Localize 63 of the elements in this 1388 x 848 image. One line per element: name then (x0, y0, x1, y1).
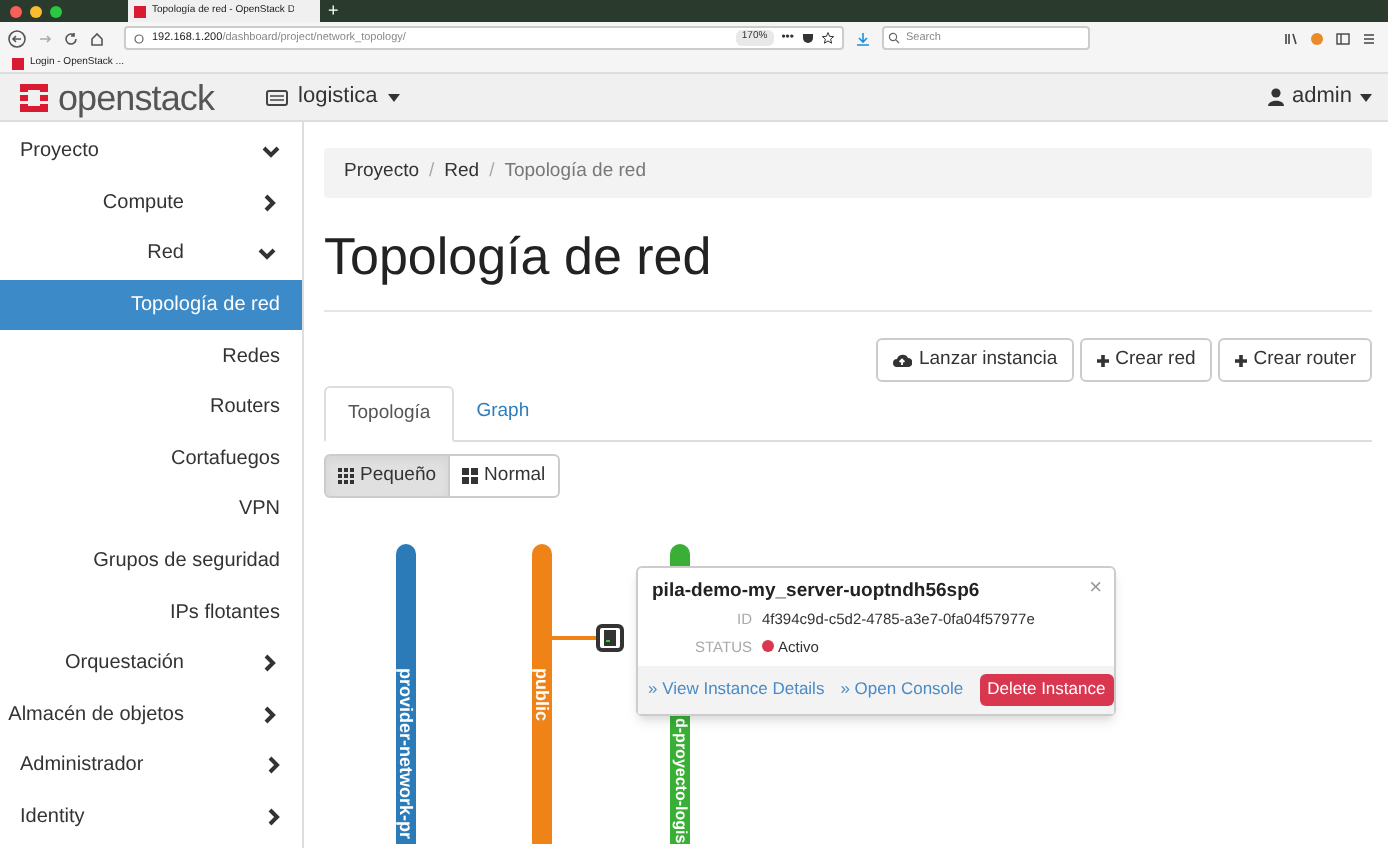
reload-icon (64, 31, 78, 45)
library-icon (1284, 31, 1298, 45)
new-tab-button[interactable]: + (328, 2, 339, 20)
project-dropdown[interactable]: logistica (266, 80, 400, 114)
sidebar-item[interactable]: Redes (0, 330, 302, 382)
sidebar-item[interactable]: Identity (0, 791, 302, 843)
menu-icon (1362, 31, 1376, 45)
sidebar-item[interactable]: Compute (0, 177, 302, 229)
info-icon (134, 33, 144, 43)
sidebar-item[interactable]: Grupos de seguridad (0, 535, 302, 587)
breadcrumb-item[interactable]: Red (444, 158, 480, 188)
sidebar-item[interactable]: IPs flotantes (0, 586, 302, 638)
breadcrumb-item[interactable]: Proyecto (344, 158, 419, 188)
sidebar-item[interactable]: Cortafuegos (0, 433, 302, 485)
sidebar-item[interactable]: Proyecto (0, 126, 302, 178)
home-icon (90, 31, 104, 45)
search-icon (888, 32, 900, 44)
connector-line (552, 636, 596, 640)
download-icon (856, 31, 870, 45)
pocket-icon (802, 32, 814, 44)
sidebar-item[interactable]: Topología de red (0, 279, 302, 331)
page-title: Topología de red (324, 224, 714, 290)
sidebar-item[interactable]: Orquestación (0, 637, 302, 690)
action-button[interactable]: Lanzar instancia (876, 338, 1074, 382)
bookmark-star-icon (822, 32, 834, 44)
breadcrumb-item: Topología de red (504, 158, 646, 187)
view-toggle-button[interactable]: Pequeño (324, 454, 451, 498)
network-label: public (532, 668, 552, 721)
view-toggle-button[interactable]: Normal (448, 454, 560, 498)
favicon-icon (134, 5, 146, 17)
sidebar-item[interactable]: Administrador (0, 740, 302, 792)
plus-icon (1095, 353, 1110, 367)
sidebar-item[interactable]: Almacén de objetos (0, 689, 302, 741)
openstack-logo-icon (16, 81, 52, 113)
tab[interactable]: Graph (454, 386, 552, 440)
breadcrumb-separator: / (429, 158, 435, 187)
delete-button[interactable]: Delete Instance (979, 673, 1114, 706)
grid-icon (338, 468, 354, 484)
caret-icon (387, 93, 400, 101)
action-button[interactable]: Crear router (1217, 338, 1372, 382)
grid-icon (462, 468, 479, 484)
server-icon (266, 89, 289, 105)
breadcrumb-separator: / (489, 158, 495, 187)
sidebar-item[interactable]: Red (0, 228, 302, 280)
sidebar-icon (1336, 31, 1350, 45)
back-icon (8, 29, 26, 47)
status-dot (762, 640, 774, 653)
network-label: d-proyecto-logis (670, 718, 690, 844)
caret-icon (1360, 93, 1372, 101)
favicon-icon (12, 57, 24, 69)
cloud-upload-icon (892, 352, 913, 368)
tab[interactable]: Topología (324, 386, 455, 442)
logo-text: openstack (58, 79, 215, 115)
sidebar-item[interactable]: VPN (0, 484, 302, 536)
plus-icon (1233, 353, 1248, 367)
server-icon (596, 624, 624, 652)
instance-name: pila-demo-my_server-uoptndh56sp6 (652, 578, 980, 606)
action-button[interactable]: Crear red (1079, 338, 1212, 382)
forward-icon (38, 31, 52, 45)
sidebar-item[interactable]: Routers (0, 381, 302, 434)
user-icon (1268, 88, 1285, 106)
network-label: provider-network-pr (396, 668, 416, 840)
user-menu[interactable]: admin (1268, 80, 1372, 114)
